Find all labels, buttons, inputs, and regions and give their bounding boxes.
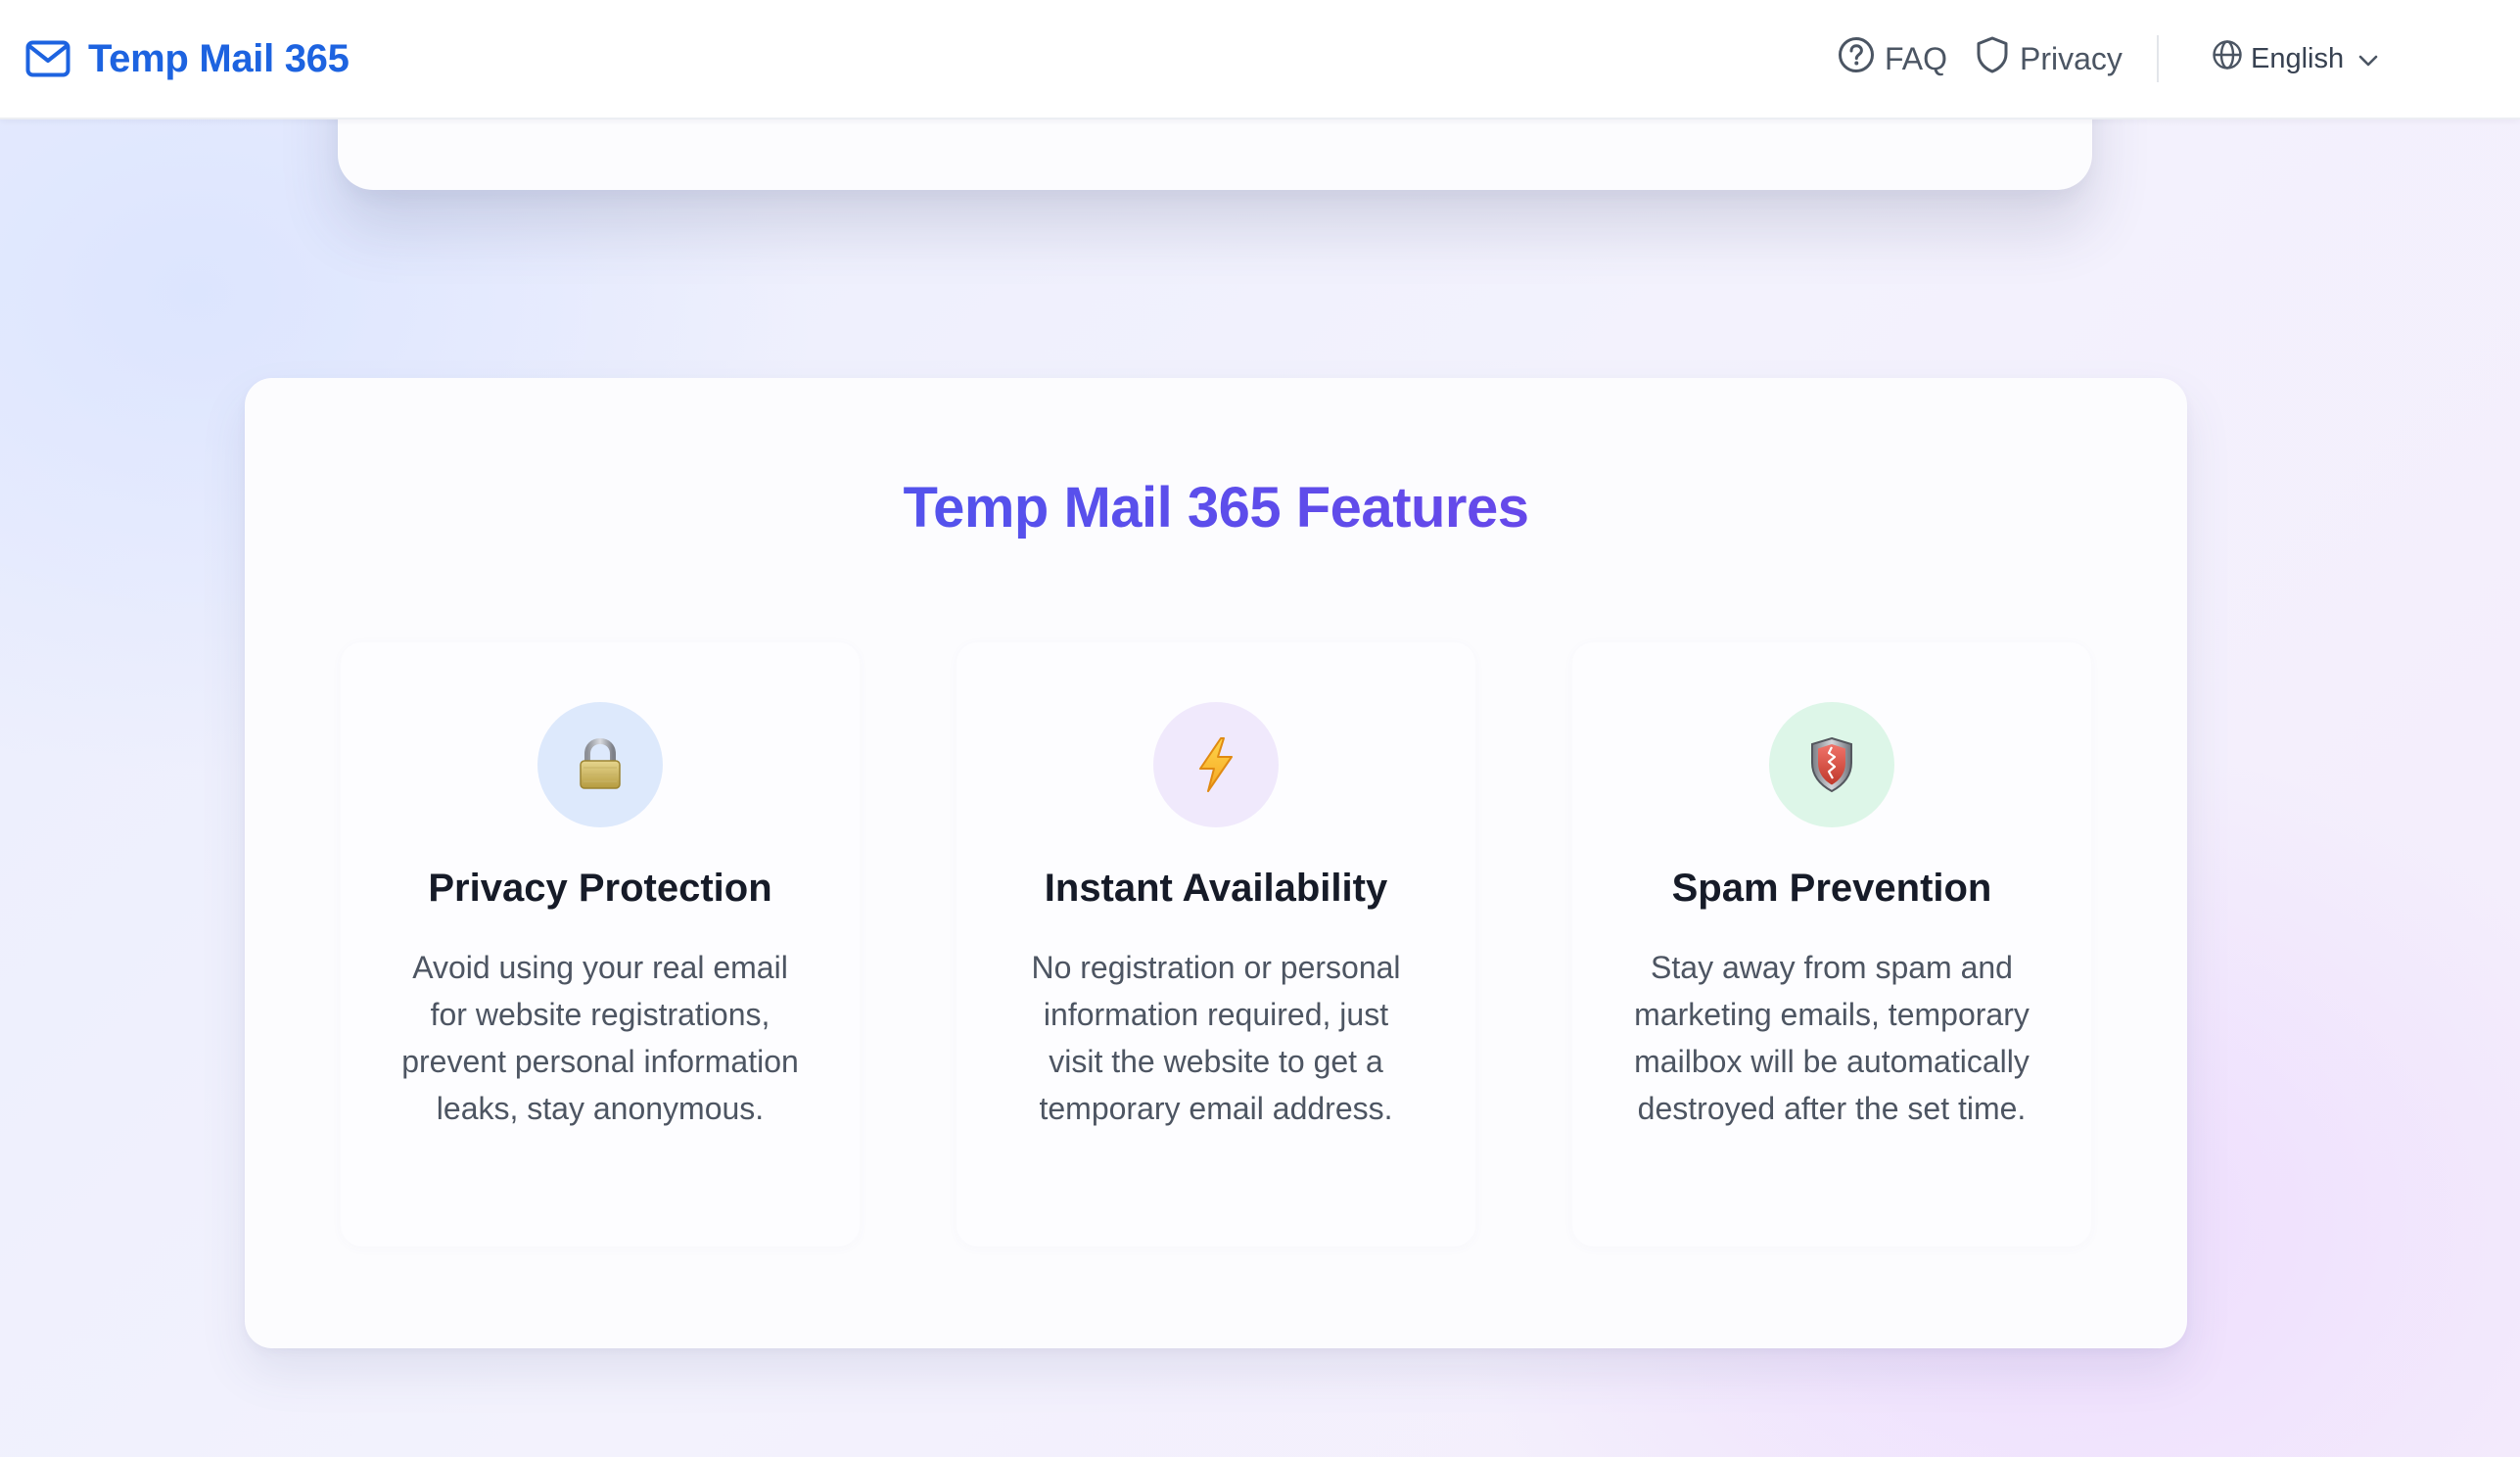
feature-title: Spam Prevention bbox=[1671, 867, 1992, 910]
nav-faq-link[interactable]: FAQ bbox=[1838, 29, 1947, 88]
nav-privacy-link[interactable]: Privacy bbox=[1975, 29, 2123, 88]
features-heading: Temp Mail 365 Features bbox=[245, 474, 2187, 542]
feature-description: No registration or personal information … bbox=[1031, 950, 1401, 1126]
brand-logo[interactable]: Temp Mail 365 bbox=[25, 29, 350, 88]
chevron-down-icon bbox=[2357, 43, 2379, 75]
nav-privacy-label: Privacy bbox=[2020, 40, 2123, 76]
nav-faq-label: FAQ bbox=[1885, 40, 1948, 76]
nav-divider bbox=[2157, 35, 2159, 82]
mail-icon bbox=[25, 40, 70, 77]
lightning-icon bbox=[1194, 735, 1237, 794]
shield-icon bbox=[1975, 35, 2010, 82]
feature-card-privacy: Privacy Protection Avoid using your real… bbox=[341, 642, 860, 1246]
brand-name: Temp Mail 365 bbox=[88, 36, 350, 80]
lock-icon bbox=[576, 737, 625, 792]
top-navbar: Temp Mail 365 FAQ Privacy English bbox=[0, 0, 2520, 119]
feature-title: Privacy Protection bbox=[428, 867, 772, 910]
feature-description: Stay away from spam and marketing emails… bbox=[1634, 950, 2030, 1126]
question-circle-icon bbox=[1838, 36, 1875, 81]
feature-description: Avoid using your real email for website … bbox=[401, 950, 799, 1126]
language-selected-label: English bbox=[2251, 42, 2345, 74]
feature-icon-badge bbox=[1153, 702, 1279, 827]
language-selector[interactable]: English bbox=[2212, 35, 2379, 82]
globe-icon bbox=[2212, 39, 2243, 78]
shield-icon bbox=[1808, 735, 1855, 794]
feature-title: Instant Availability bbox=[1044, 867, 1388, 910]
feature-icon-badge bbox=[1769, 702, 1894, 827]
features-section: Temp Mail 365 Features Privacy Protectio… bbox=[245, 378, 2187, 1348]
feature-card-spam: Spam Prevention Stay away from spam and … bbox=[1572, 642, 2091, 1246]
feature-card-instant: Instant Availability No registration or … bbox=[957, 642, 1475, 1246]
feature-icon-badge bbox=[537, 702, 663, 827]
